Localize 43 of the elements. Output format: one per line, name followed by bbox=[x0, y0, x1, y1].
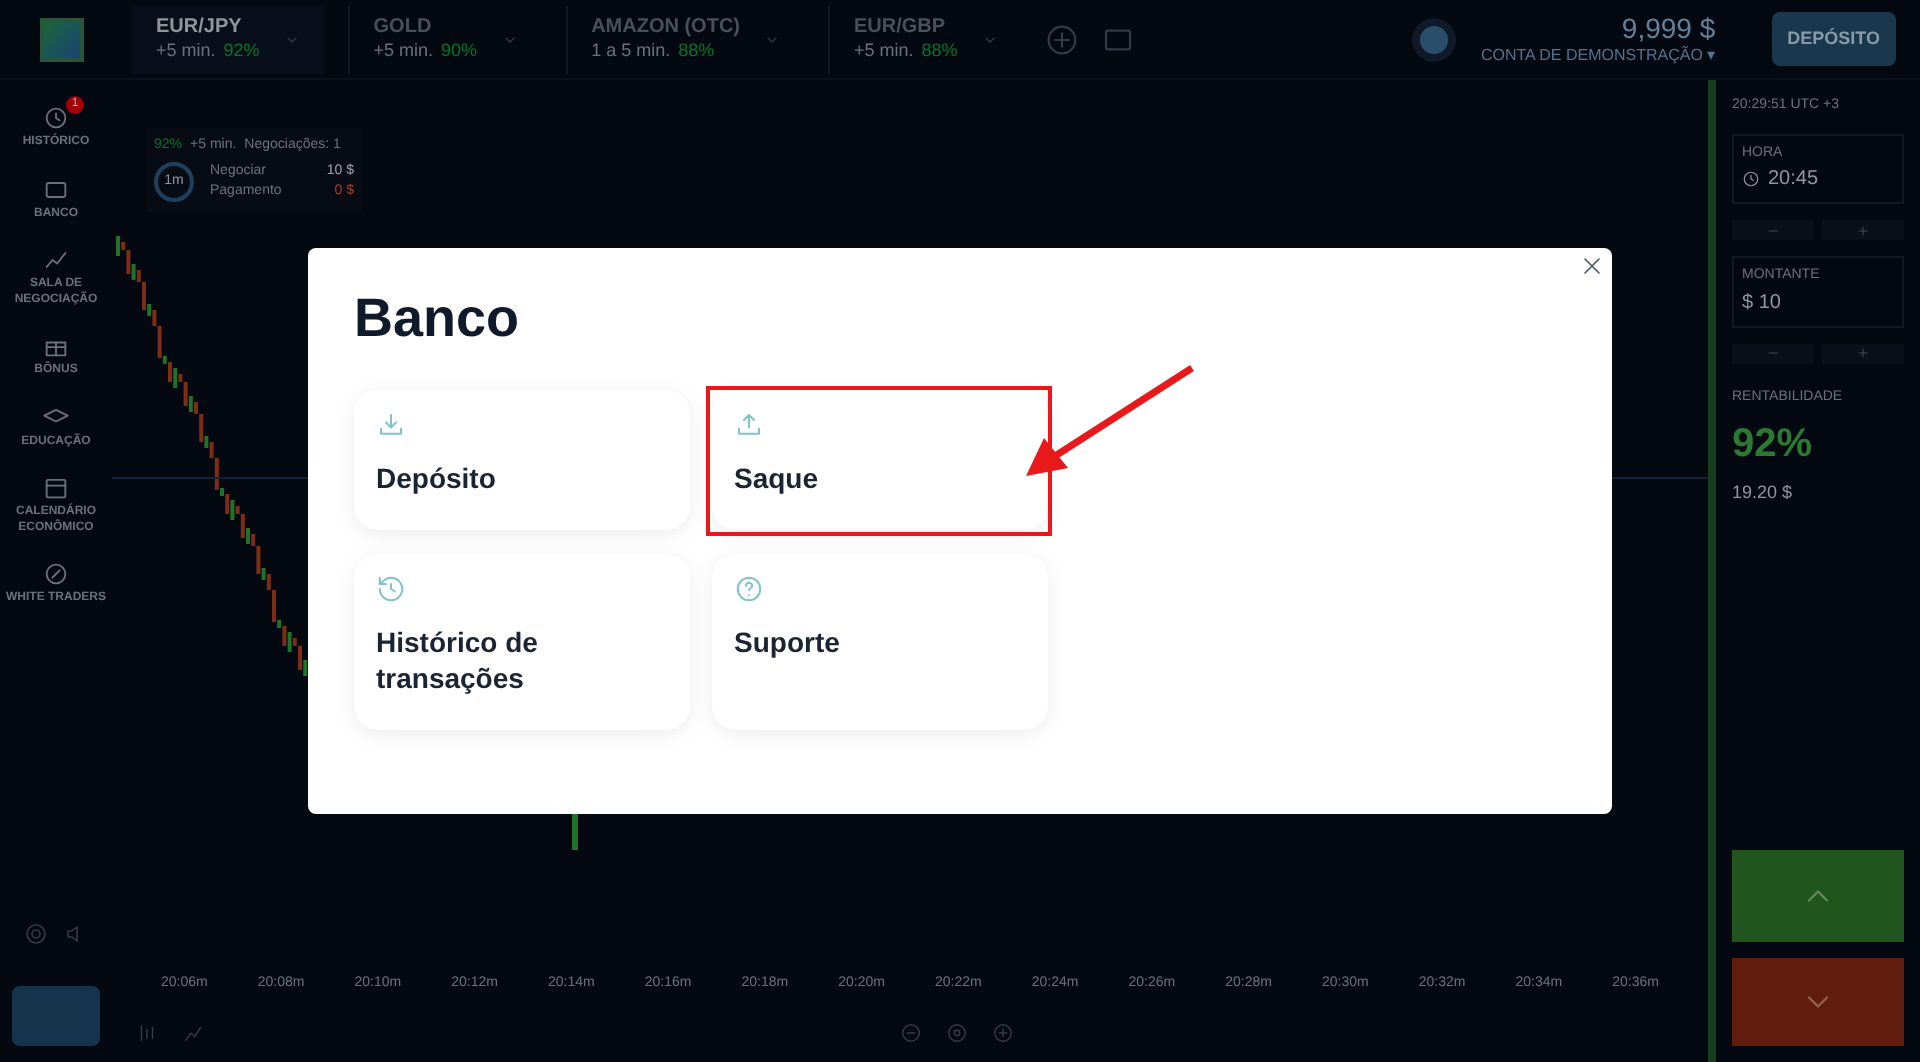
deposit-button[interactable]: DEPÓSITO bbox=[1771, 11, 1896, 67]
bank-option-card[interactable]: Histórico de transações bbox=[354, 554, 690, 730]
help-icon bbox=[734, 574, 764, 604]
candles-icon[interactable] bbox=[136, 1021, 158, 1043]
upload-icon bbox=[734, 410, 764, 440]
plus-button[interactable] bbox=[1822, 220, 1904, 240]
profit-percent: 92% bbox=[1732, 424, 1815, 464]
zoom-out-icon[interactable] bbox=[899, 1021, 921, 1043]
minus-button[interactable] bbox=[1732, 343, 1814, 363]
account-selector[interactable]: CONTA DE DEMONSTRAÇÃO ▾ bbox=[1480, 46, 1716, 67]
plus-icon bbox=[1856, 223, 1870, 237]
logo-icon bbox=[40, 17, 84, 61]
avatar-icon[interactable] bbox=[1412, 17, 1457, 61]
settings-icon[interactable] bbox=[24, 922, 48, 946]
history-icon bbox=[376, 574, 406, 604]
plus-icon bbox=[1856, 346, 1870, 360]
asset-tab[interactable]: EUR/GBP +5 min. 88% bbox=[828, 5, 1022, 73]
asset-tab[interactable]: EUR/JPY +5 min. 92% bbox=[132, 5, 324, 73]
target-icon[interactable] bbox=[945, 1021, 967, 1043]
download-icon bbox=[376, 410, 406, 440]
chat-button[interactable] bbox=[12, 986, 100, 1046]
dialog-title: Banco bbox=[354, 292, 522, 346]
down-button[interactable] bbox=[1732, 958, 1904, 1046]
profit-amount: 19.20 $ bbox=[1732, 480, 1795, 506]
candle bbox=[572, 810, 578, 850]
bank-option-card[interactable]: Suporte bbox=[712, 554, 1048, 730]
calendar-icon bbox=[42, 474, 70, 502]
zoom-in-icon[interactable] bbox=[991, 1021, 1013, 1043]
asset-tab[interactable]: GOLD +5 min. 90% bbox=[347, 5, 542, 73]
add-icon[interactable] bbox=[1045, 23, 1078, 55]
up-button[interactable] bbox=[1732, 850, 1904, 942]
minus-icon bbox=[1766, 346, 1780, 360]
balance-amount: 9,999 $ bbox=[1621, 11, 1716, 46]
clock-icon bbox=[42, 104, 70, 132]
bank-option-card[interactable]: Depósito bbox=[354, 390, 690, 530]
plus-button[interactable] bbox=[1822, 343, 1904, 363]
close-icon[interactable] bbox=[1580, 254, 1604, 278]
asset-tab[interactable]: AMAZON (OTC) 1 a 5 min. 88% bbox=[565, 5, 804, 73]
clock-icon bbox=[1742, 170, 1760, 188]
bank-option-card[interactable]: Saque bbox=[712, 390, 1048, 530]
minus-button[interactable] bbox=[1732, 220, 1814, 240]
chart-icon bbox=[42, 246, 70, 274]
circle-icon bbox=[42, 560, 70, 588]
